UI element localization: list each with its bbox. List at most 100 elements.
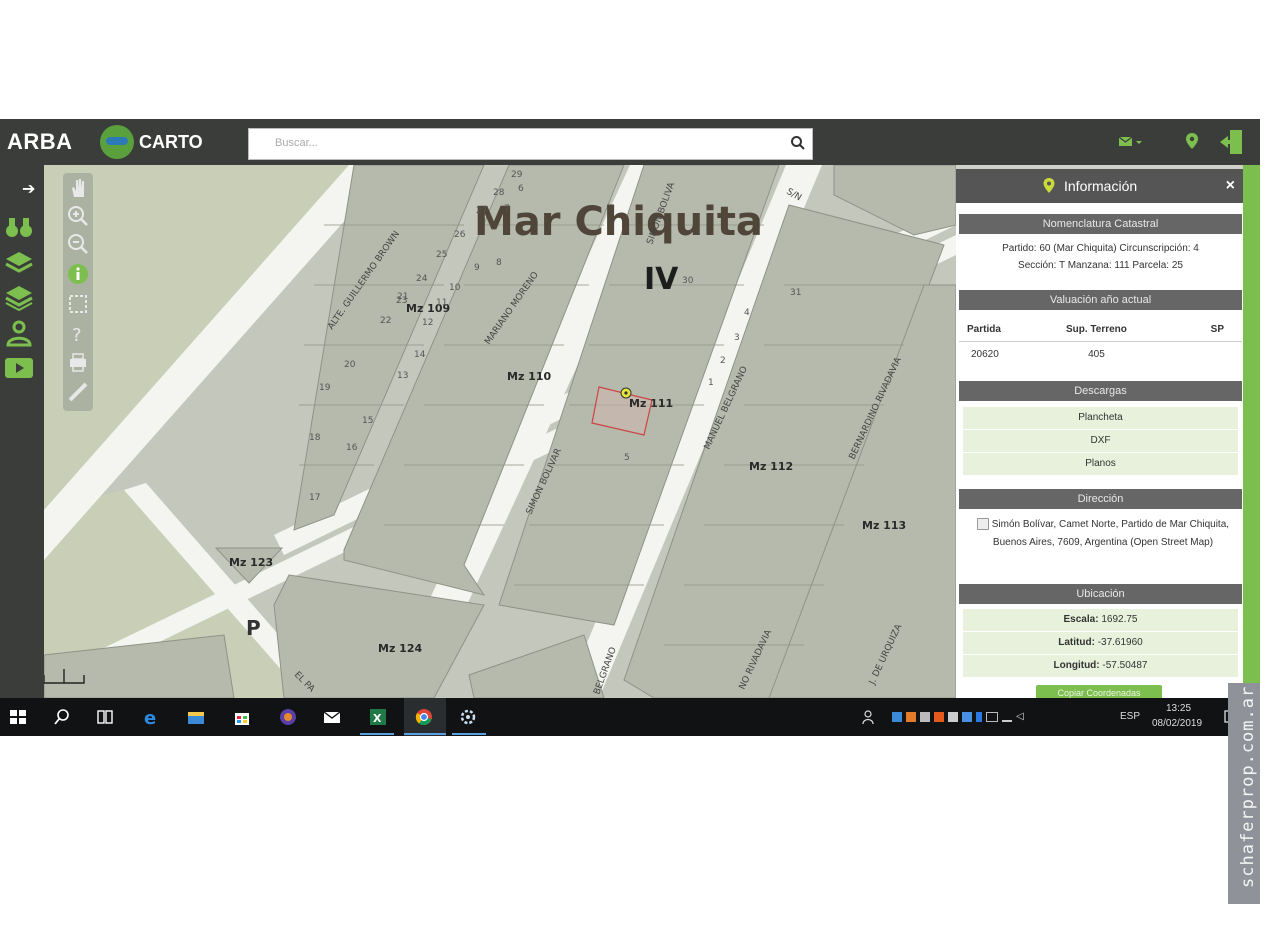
zoom-out-icon[interactable] [67,233,89,255]
tray-app-icon[interactable] [934,712,944,722]
svg-text:5: 5 [624,453,630,463]
search-icon[interactable] [790,135,806,151]
store-icon[interactable] [232,708,252,726]
svg-text:20: 20 [344,360,356,370]
play-video-icon[interactable] [4,355,34,383]
select-area-icon[interactable] [67,293,89,315]
arba-logo[interactable]: ARBA [7,129,73,155]
file-explorer-icon[interactable] [186,708,206,726]
valuacion-header[interactable]: Valuación año actual [959,290,1242,310]
info-pin-icon [1043,178,1055,193]
ubicacion-header[interactable]: Ubicación [959,584,1242,604]
tray-app-icon[interactable] [906,712,916,722]
tray-app-icon[interactable] [962,712,972,722]
search-icon[interactable] [52,708,72,726]
svg-text:14: 14 [414,350,426,360]
search-input[interactable] [249,129,795,157]
nomenclatura-line: Partido: 60 (Mar Chiquita) Circunscripci… [1002,243,1199,254]
battery-icon[interactable] [986,712,998,722]
user-location-icon[interactable] [4,319,34,347]
wifi-icon[interactable] [1002,712,1012,722]
block-label: Mz 113 [862,519,906,532]
nomenclatura-header[interactable]: Nomenclatura Catastral [959,214,1242,234]
location-pin-icon[interactable] [1184,132,1200,152]
watermark-text: schaferprop.com.ar [1238,685,1258,888]
svg-text:31: 31 [790,288,801,298]
bluetooth-icon[interactable] [976,712,982,722]
logout-icon[interactable] [1218,128,1246,156]
download-dxf-link[interactable]: DXF [963,430,1238,453]
svg-text:27: 27 [476,206,487,216]
right-scroll-strip[interactable] [1243,165,1260,698]
copy-coordinates-button[interactable]: Copiar Coordenadas [1036,685,1162,698]
measure-ruler-icon[interactable] [67,381,89,403]
task-view-icon[interactable] [95,708,115,726]
map-tools: ? [63,173,93,411]
info-icon[interactable] [67,263,89,285]
svg-text:6: 6 [518,184,524,194]
zoom-in-icon[interactable] [67,205,89,227]
svg-text:19: 19 [319,383,331,393]
windows-start-icon[interactable] [8,708,28,726]
clock-date[interactable]: 08/02/2019 [1152,718,1202,729]
map-canvas[interactable]: Mar Chiquita IV P Mz 109 Mz 110 Mz 111 M… [43,164,957,699]
svg-text:?: ? [72,325,82,345]
tray-app-icon[interactable] [920,712,930,722]
layers-icon[interactable] [4,249,34,277]
descargas-header[interactable]: Descargas [959,381,1242,401]
block-label: Mz 111 [629,397,673,410]
direccion-text: Simón Bolívar, Camet Norte, Partido de M… [991,519,1230,548]
cadastral-map[interactable]: Mar Chiquita IV P Mz 109 Mz 110 Mz 111 M… [43,164,957,699]
nomenclatura-line: Sección: T Manzana: 111 Parcela: 25 [1018,260,1183,271]
language-indicator[interactable]: ESP [1120,711,1140,722]
expand-arrow-icon[interactable]: ➔ [22,179,35,199]
system-tray-icons: ◁ [892,712,1026,722]
tray-app-icon[interactable] [892,712,902,722]
pan-hand-icon[interactable] [67,177,89,199]
clock-time[interactable]: 13:25 [1166,703,1191,714]
table-header-cell: SP [1158,319,1242,342]
tray-app-icon[interactable] [948,712,958,722]
firefox-icon[interactable] [278,708,298,726]
direccion-header[interactable]: Dirección [959,489,1242,509]
direccion-body: Simón Bolívar, Camet Norte, Partido de M… [968,516,1238,552]
settings-app-icon[interactable] [458,708,478,726]
mail-app-icon[interactable] [322,708,342,726]
svg-text:9: 9 [474,263,480,273]
help-icon[interactable]: ? [67,323,89,345]
top-bar: ARBA CARTO [0,119,1260,165]
block-label: Mz 110 [507,370,551,383]
mail-dropdown-icon[interactable] [1118,132,1146,152]
svg-text:e: e [144,708,156,726]
svg-text:28: 28 [493,188,505,198]
svg-text:30: 30 [682,276,694,286]
descargas-list: Plancheta DXF Planos [963,407,1238,476]
carto-logo[interactable]: CARTO [100,125,203,159]
svg-text:X: X [373,712,382,725]
table-cell: 20620 [971,348,999,360]
nomenclatura-body: Partido: 60 (Mar Chiquita) Circunscripci… [959,240,1242,274]
left-toolbar: ➔ [0,165,44,698]
excel-icon[interactable]: X [368,708,388,726]
svg-text:24: 24 [416,274,428,284]
longitud-row: Longitud: -57.50487 [963,655,1238,678]
svg-text:10: 10 [449,283,461,293]
info-panel: Información × Nomenclatura Catastral Par… [956,169,1243,698]
svg-text:15: 15 [362,416,373,426]
escala-row: Escala: 1692.75 [963,609,1238,632]
download-plancheta-link[interactable]: Plancheta [963,407,1238,430]
block-label: Mz 124 [378,642,422,655]
binoculars-icon[interactable] [4,213,34,241]
chrome-icon[interactable] [414,708,434,726]
print-icon[interactable] [67,351,89,373]
people-icon[interactable] [860,708,880,726]
edge-browser-icon[interactable]: e [142,708,162,726]
svg-text:12: 12 [422,318,433,328]
base-layers-icon[interactable] [4,283,34,311]
svg-text:18: 18 [309,433,321,443]
svg-text:22: 22 [380,316,391,326]
volume-icon[interactable]: ◁ [1016,712,1026,722]
svg-text:11: 11 [436,298,447,308]
close-icon[interactable]: × [1226,177,1235,195]
download-planos-link[interactable]: Planos [963,453,1238,476]
